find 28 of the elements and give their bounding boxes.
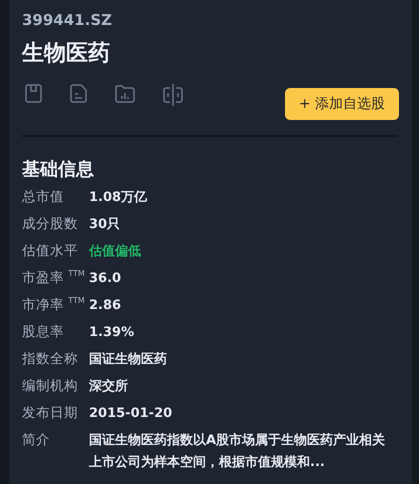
field-value: 1.08万亿: [89, 189, 148, 207]
field-label: 股息率: [22, 323, 65, 342]
index-name: 生物医药: [22, 40, 111, 68]
field-label: 市盈率 $^{TTM}$: [22, 268, 86, 288]
field-label: 成分股数: [22, 215, 79, 234]
field-label: 发布日期: [22, 404, 79, 423]
field-value: 国证生物医药指数以A股市场属于生物医药产业相关上市公司为样本空间，根据市值规模和...: [89, 432, 386, 472]
field-value: 1.39%: [89, 324, 134, 342]
field-value: 2015-01-20: [89, 405, 172, 423]
field-label: 简介: [22, 431, 51, 450]
field-label: 市净率 $^{TTM}$: [22, 295, 86, 315]
field-value: 深交所: [89, 378, 128, 396]
field-label: 编制机构: [22, 377, 79, 396]
field-value: 国证生物医药: [89, 351, 167, 369]
field-label: 估值水平: [22, 242, 79, 261]
field-label: 总市值: [22, 188, 65, 207]
index-code: 399441.SZ: [22, 10, 113, 30]
compare-icon[interactable]: [163, 84, 183, 106]
document-icon[interactable]: [70, 84, 87, 104]
add-watchlist-button[interactable]: + 添加自选股: [284, 88, 399, 120]
bookmark-icon[interactable]: [25, 84, 42, 104]
field-value: 2.86: [89, 297, 122, 315]
field-label: 指数全称: [22, 350, 79, 369]
folder-chart-icon[interactable]: [115, 84, 135, 104]
section-title: 基础信息: [22, 158, 95, 182]
field-value: 36.0: [89, 270, 122, 288]
field-value: 30只: [89, 216, 120, 234]
field-value: 估值偏低: [89, 243, 141, 261]
